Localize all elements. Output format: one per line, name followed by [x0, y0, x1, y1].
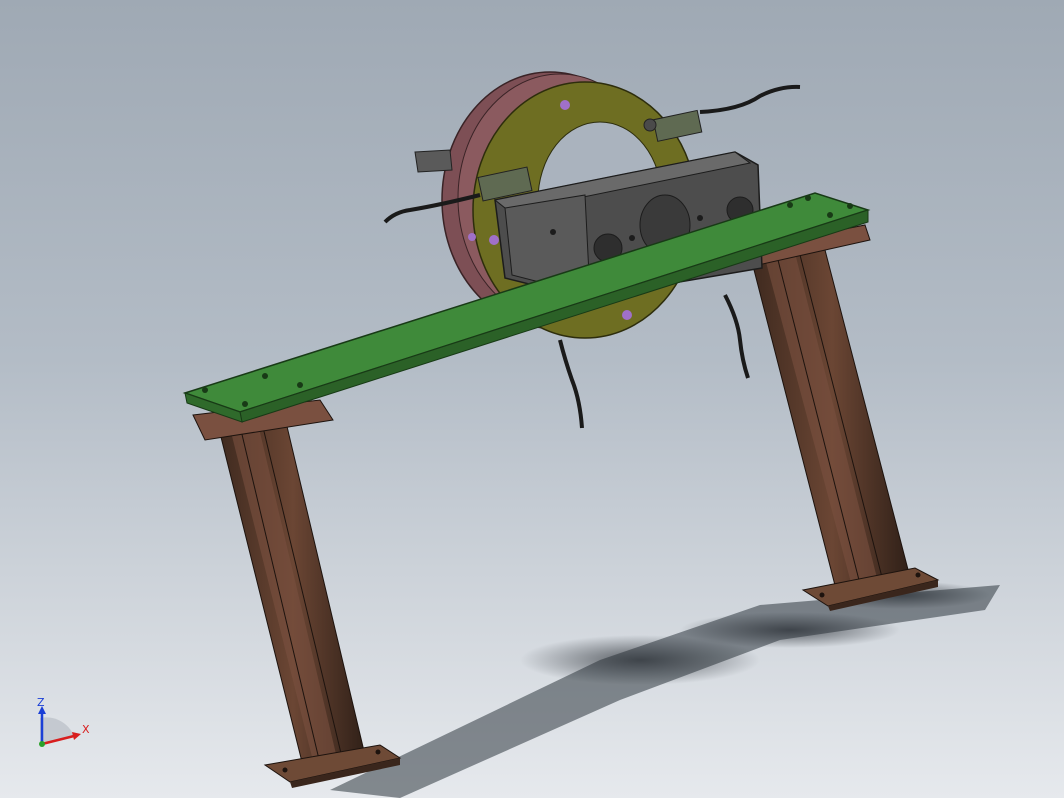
cad-model-scene[interactable]	[0, 0, 1064, 798]
triad-origin	[39, 741, 45, 747]
left-support-column[interactable]	[192, 399, 402, 788]
triad-z-label: Z	[37, 698, 45, 709]
sensor-cable-lower-left[interactable]	[558, 339, 584, 429]
triad-x-label: X	[82, 723, 90, 736]
graphics-viewport[interactable]: Z X	[0, 0, 1064, 798]
right-support-column[interactable]	[749, 224, 940, 611]
floor-shadow	[330, 581, 1000, 798]
orientation-triad[interactable]: Z X	[28, 696, 98, 756]
triad-x-arrow	[72, 732, 81, 740]
sensor-cable-upper-right[interactable]	[699, 84, 801, 114]
sensor-cable-lower-right[interactable]	[723, 294, 750, 379]
